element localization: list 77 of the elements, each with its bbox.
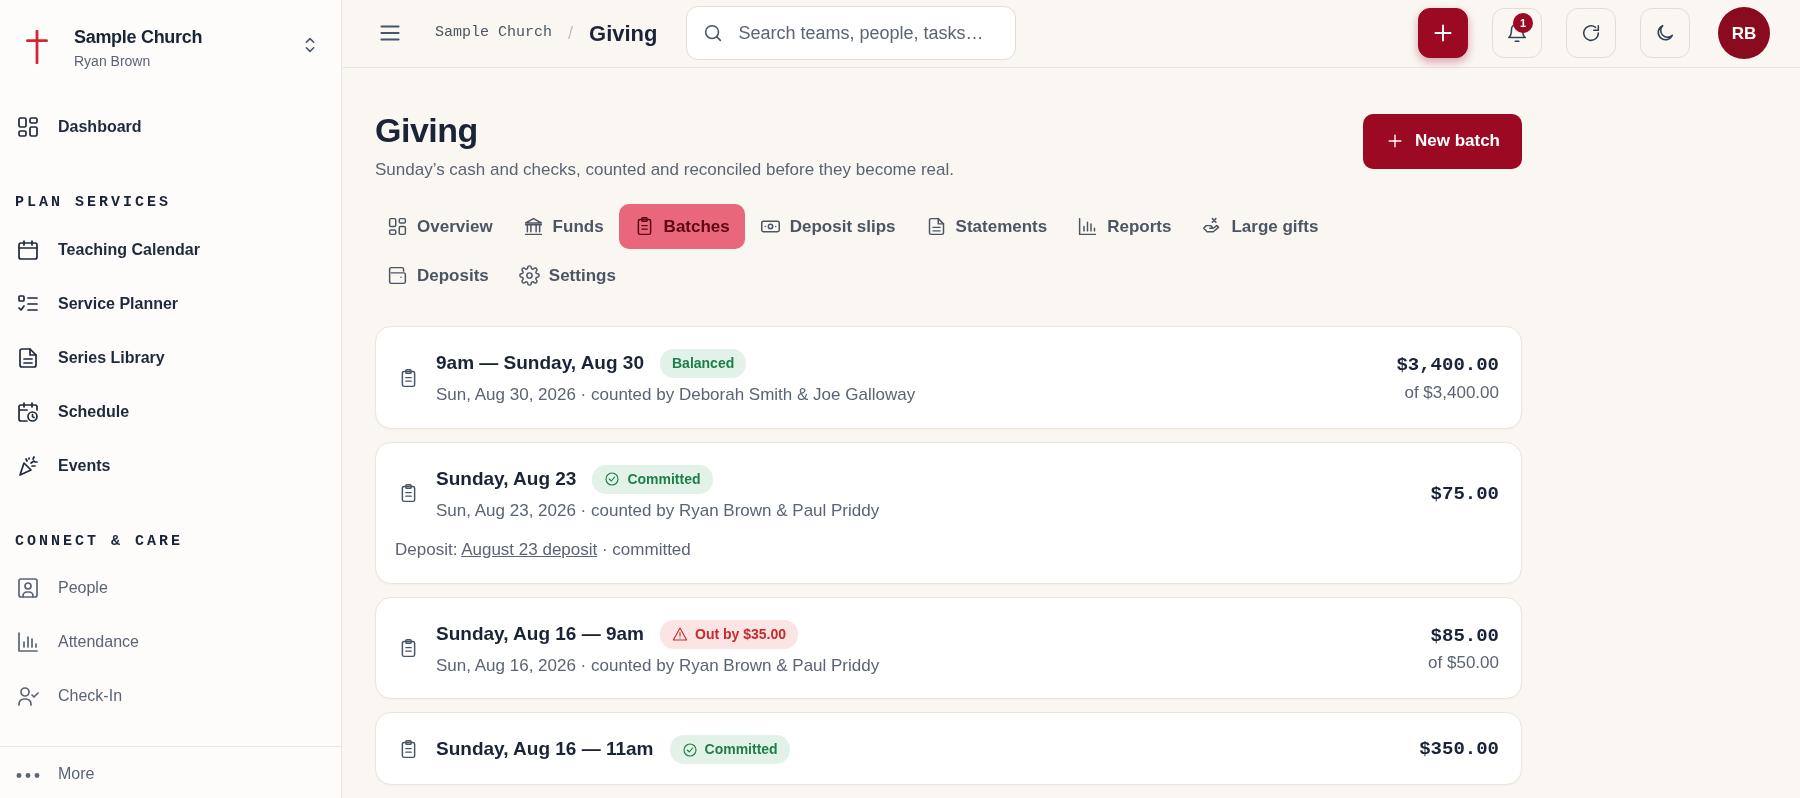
tab[interactable]: Large gifts <box>1186 204 1334 249</box>
deposit-note: Deposit: August 23 deposit · committed <box>395 539 692 561</box>
batch-total: $3,400.00 <box>1396 353 1499 379</box>
theme-toggle-button[interactable] <box>1640 8 1690 59</box>
bank-icon <box>522 216 544 237</box>
status-badge: Balanced <box>660 349 747 378</box>
batch-details: Sun, Aug 23, 2026 · counted by Ryan Brown & Paul Priddy <box>436 499 881 522</box>
notifications-button[interactable]: 1 <box>1492 8 1542 59</box>
sidebar-item[interactable]: More <box>0 747 341 798</box>
sidebar-item[interactable]: Teaching Calendar <box>0 222 341 277</box>
user-name: Ryan Brown <box>74 52 152 71</box>
refresh-button[interactable] <box>1566 8 1616 59</box>
bar-chart-icon <box>1077 216 1099 237</box>
status-badge: Committed <box>669 735 790 764</box>
sidebar-item[interactable]: Attendance <box>0 615 341 669</box>
tab[interactable]: Overview <box>372 204 508 249</box>
batch-title: 9am — Sunday, Aug 30 <box>436 351 644 376</box>
avatar-button[interactable]: RB <box>1718 7 1770 60</box>
breadcrumb-separator: / <box>568 21 574 45</box>
tab[interactable]: Funds <box>507 204 619 249</box>
batch-details: Sun, Aug 16, 2026 · counted by Ryan Brown & Paul Priddy <box>436 654 881 677</box>
batch-total: $350.00 <box>1419 737 1499 763</box>
org-name: Sample Church <box>74 26 204 49</box>
sidebar-item[interactable]: Check-In <box>0 669 341 723</box>
batch-title: Sunday, Aug 16 — 11am <box>436 737 654 762</box>
sidebar-item[interactable]: Series Library <box>0 330 341 385</box>
bar-chart-icon <box>16 630 40 654</box>
sidebar-item[interactable]: People <box>0 561 341 615</box>
calendar-clock-icon <box>16 399 40 424</box>
wallet-icon <box>387 265 408 286</box>
batch-card[interactable]: 9am — Sunday, Aug 30 Balanced Sun, Aug 30, 2026 · counted by Deborah Smith & Joe Galloway $3,400.00 of $3,400.00 <box>375 326 1522 429</box>
tab[interactable]: Reports <box>1062 204 1187 249</box>
sidebar-item[interactable]: Service Planner <box>0 276 341 331</box>
page-subtitle: Sunday’s cash and checks, counted and reconciled before they become real. <box>375 158 954 181</box>
tab[interactable]: Deposit slips <box>744 204 911 249</box>
status-badge: Out by $35.00 <box>660 619 799 649</box>
expected-total: of $3,400.00 <box>1403 381 1499 404</box>
batch-card[interactable]: Sunday, Aug 16 — 11am Committed $350.00 <box>375 712 1522 785</box>
grid-icon <box>387 216 408 237</box>
person-check-icon <box>16 684 40 708</box>
batch-title: Sunday, Aug 23 <box>436 466 577 491</box>
cross-logo-icon <box>24 30 50 64</box>
batch-card[interactable]: Sunday, Aug 23 Committed Sun, Aug 23, 2026 · counted by Ryan Brown & Paul Priddy $75.00 Deposit: August 23 deposit · committed <box>375 441 1522 584</box>
section-heading: PLAN SERVICES <box>14 193 173 213</box>
sidebar-item[interactable]: Schedule <box>0 384 341 439</box>
batch-card[interactable]: Sunday, Aug 16 — 9am Out by $35.00 Sun, Aug 16, 2026 · counted by Ryan Brown & Paul Priddy $85.00 of $50.00 <box>375 596 1522 699</box>
batch-total: $75.00 <box>1430 481 1499 507</box>
batch-title: Sunday, Aug 16 — 9am <box>436 621 644 646</box>
batch-total: $85.00 <box>1429 623 1499 649</box>
tab[interactable]: Statements <box>910 204 1063 249</box>
check-circle-icon <box>681 741 698 758</box>
deposit-link[interactable]: August 23 deposit <box>461 540 598 559</box>
document-icon <box>16 345 40 370</box>
notification-count: 1 <box>1513 13 1533 34</box>
calendar-icon <box>16 237 40 262</box>
batch-details: Sun, Aug 30, 2026 · counted by Deborah Smith & Joe Galloway <box>436 384 917 406</box>
status-badge: Committed <box>592 464 713 494</box>
tab[interactable]: Batches <box>618 204 745 249</box>
tab[interactable]: Deposits <box>372 253 504 298</box>
grid-icon <box>16 115 40 139</box>
breadcrumb-current: Giving <box>589 19 658 48</box>
add-button[interactable] <box>1418 8 1468 59</box>
breadcrumb-link[interactable]: Sample Church <box>435 22 553 45</box>
dots-icon <box>16 772 40 778</box>
sidebar-item[interactable]: Dashboard <box>0 100 341 154</box>
warning-icon <box>672 626 688 642</box>
sidebar-item[interactable]: Events <box>0 438 341 493</box>
gear-icon <box>518 265 540 286</box>
tab[interactable]: Settings <box>503 253 631 298</box>
check-circle-icon <box>604 471 621 487</box>
expected-total: of $50.00 <box>1428 652 1499 675</box>
person-icon <box>16 576 40 600</box>
party-popper-icon <box>16 453 40 478</box>
new-batch-button[interactable]: New batch <box>1362 113 1522 169</box>
search-field[interactable]: Search teams, people, tasks… <box>685 6 1016 61</box>
section-heading: CONNECT & CARE <box>14 531 185 552</box>
page-title: Giving <box>375 109 479 151</box>
